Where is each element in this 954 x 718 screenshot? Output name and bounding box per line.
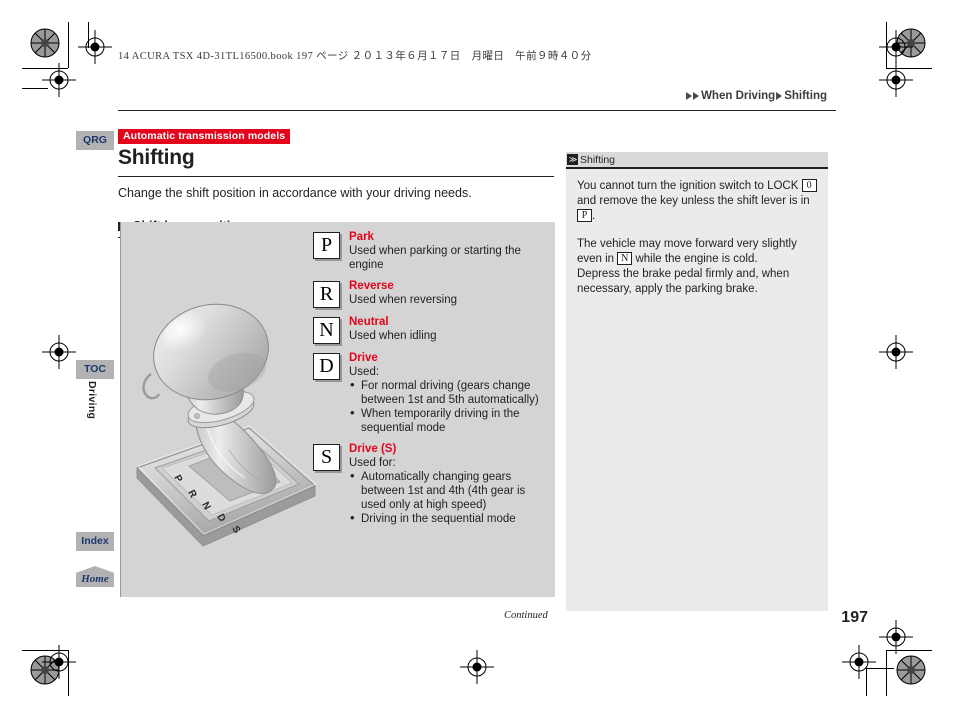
- breadcrumb-topic[interactable]: Shifting: [784, 90, 827, 102]
- breadcrumb-section[interactable]: When Driving: [701, 90, 775, 102]
- key-icon-lock: 0: [801, 178, 817, 192]
- crosshair-mark-right-middle: [879, 335, 913, 369]
- crop-line: [22, 88, 48, 89]
- key-icon-park: P: [577, 208, 592, 222]
- illustration-panel: P R N D S P Park Used when parking or st…: [120, 222, 555, 597]
- model-applicability-badge: Automatic transmission models: [118, 129, 291, 144]
- rosette-mark-bottom-right: [896, 655, 926, 685]
- crosshair-mark-bottom-center: [460, 650, 494, 684]
- crop-line: [886, 68, 932, 69]
- sidebar-tab-qrg[interactable]: QRG: [76, 131, 114, 150]
- gear-description-drive-s: Used for:: [349, 457, 396, 469]
- gear-letter-icon-p: P: [313, 232, 340, 259]
- gear-description-reverse: Used when reversing: [349, 294, 458, 306]
- note-p1-part2: and remove the key unless the shift leve…: [577, 194, 810, 207]
- crop-line: [22, 68, 68, 69]
- gear-letter-icon-r: R: [313, 281, 340, 308]
- gear-row-drive-s: S Drive (S) Used for: Automatically chan…: [313, 442, 551, 526]
- sidebar-tab-toc[interactable]: TOC: [76, 360, 114, 379]
- crop-line: [886, 650, 932, 651]
- gear-row-neutral: N Neutral Used when idling: [313, 315, 551, 344]
- page-number: 197: [841, 609, 868, 626]
- note-body: You cannot turn the ignition switch to L…: [566, 168, 828, 611]
- gear-description-neutral: Used when idling: [349, 330, 437, 342]
- gear-letter-icon-s: S: [313, 444, 340, 471]
- rosette-mark-top-right: [896, 28, 926, 58]
- crosshair-mark-left-middle: [42, 335, 76, 369]
- intro-paragraph: Change the shift position in accordance …: [118, 186, 472, 200]
- crop-line: [68, 650, 69, 696]
- note-paragraph-2: The vehicle may move forward very slight…: [577, 237, 820, 267]
- breadcrumb: When Driving Shifting: [686, 90, 828, 102]
- crop-line: [886, 650, 887, 696]
- gear-bullet: Driving in the sequential mode: [350, 511, 551, 526]
- crosshair-mark-top-left: [78, 30, 112, 64]
- crosshair-mark-top-right: [879, 30, 913, 64]
- rosette-mark-top-left: [30, 28, 60, 58]
- crop-line: [88, 22, 89, 48]
- print-header-line: 14 ACURA TSX 4D-31TL16500.book 197 ページ ２…: [118, 51, 592, 62]
- shift-lever-illustration: P R N D S: [136, 303, 317, 547]
- sidebar-tab-index[interactable]: Index: [76, 532, 114, 551]
- title-divider: [118, 176, 554, 177]
- crop-line: [886, 22, 887, 68]
- sidebar-tab-home[interactable]: Home: [76, 566, 114, 587]
- gear-position-list: P Park Used when parking or starting the…: [313, 230, 551, 533]
- gear-name-park: Park: [349, 231, 374, 243]
- note-paragraph-1: You cannot turn the ignition switch to L…: [577, 178, 820, 224]
- gear-name-neutral: Neutral: [349, 316, 389, 328]
- gear-name-drive-s: Drive (S): [349, 443, 397, 455]
- note-p1-part1: You cannot turn the ignition switch to L…: [577, 179, 802, 192]
- gear-description-park: Used when parking or starting the engine: [349, 245, 521, 271]
- gear-description-drive: Used:: [349, 366, 380, 378]
- gear-bullet: Automatically changing gears between 1st…: [350, 469, 551, 512]
- gear-row-reverse: R Reverse Used when reversing: [313, 279, 551, 308]
- note-p2-part2: while the engine is cold.: [632, 252, 758, 265]
- rosette-mark-bottom-left: [30, 655, 60, 685]
- gear-row-park: P Park Used when parking or starting the…: [313, 230, 551, 272]
- crop-line: [68, 22, 69, 68]
- gear-name-reverse: Reverse: [349, 280, 394, 292]
- crosshair-mark-bottom-right: [879, 620, 913, 654]
- crosshair-mark-bottom-inner-right: [842, 645, 876, 679]
- crop-line: [866, 668, 867, 696]
- crop-line: [22, 650, 68, 651]
- note-panel: ≫ Shifting You cannot turn the ignition …: [566, 152, 828, 611]
- key-icon-neutral: N: [617, 251, 633, 265]
- manual-page: 14 ACURA TSX 4D-31TL16500.book 197 ページ ２…: [0, 0, 954, 718]
- gear-row-drive: D Drive Used: For normal driving (gears …: [313, 351, 551, 435]
- continued-label: Continued: [504, 610, 548, 621]
- crop-line: [866, 668, 894, 669]
- note-header: ≫ Shifting: [566, 152, 828, 167]
- gear-letter-icon-n: N: [313, 317, 340, 344]
- triangle-right-icon: [693, 92, 700, 100]
- gear-bullet: When temporarily driving in the sequenti…: [350, 406, 551, 435]
- gear-letter-icon-d: D: [313, 353, 340, 380]
- double-chevron-right-icon: ≫: [567, 154, 578, 165]
- note-heading-label: Shifting: [580, 153, 616, 166]
- triangle-right-icon: [686, 92, 693, 100]
- gear-bullet: For normal driving (gears change between…: [350, 378, 551, 407]
- chapter-label: Driving: [86, 381, 98, 420]
- triangle-right-icon: [776, 92, 783, 100]
- page-title: Shifting: [118, 146, 195, 169]
- gear-name-drive: Drive: [349, 352, 378, 364]
- note-p1-part3: .: [592, 209, 596, 222]
- note-paragraph-3: Depress the brake pedal firmly and, when…: [577, 267, 790, 295]
- header-divider: [118, 110, 836, 111]
